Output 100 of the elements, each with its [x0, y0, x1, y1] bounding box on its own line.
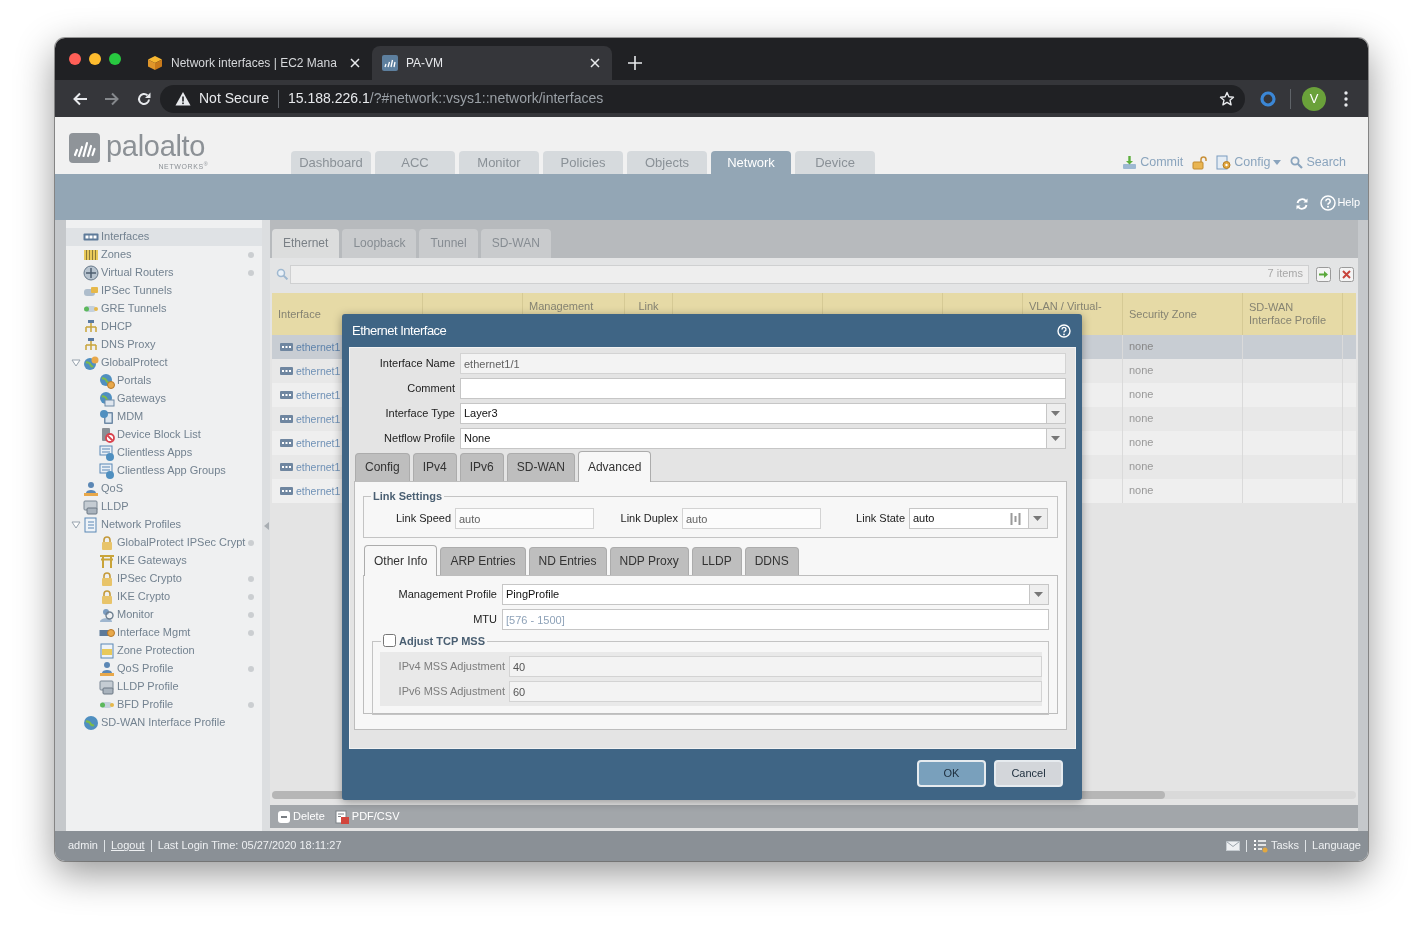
tab[interactable]: SD-WAN	[480, 229, 551, 258]
sidebar-item[interactable]: Portals	[66, 372, 262, 390]
nav-tab[interactable]: Objects	[627, 151, 707, 174]
nav-tab[interactable]: Policies	[543, 151, 623, 174]
sidebar-item[interactable]: IPSec Tunnels	[66, 282, 262, 300]
checkbox[interactable]	[383, 634, 396, 647]
padlock-icon[interactable]	[1192, 155, 1208, 170]
interface-link[interactable]: ethernet1	[296, 484, 341, 498]
commit-button[interactable]: Commit	[1122, 155, 1184, 170]
interface-link[interactable]: ethernet1	[296, 340, 341, 354]
dialog-button[interactable]: Cancel	[994, 760, 1063, 787]
sidebar-item[interactable]: LLDP	[66, 498, 262, 516]
table-cell[interactable]: ethernet1	[272, 383, 342, 407]
dialog-tab[interactable]: LLDP	[691, 547, 742, 575]
close-icon[interactable]	[350, 58, 360, 68]
text-field[interactable]: [576 - 1500]	[502, 609, 1049, 630]
combo-field[interactable]: auto	[909, 508, 1048, 529]
interface-link[interactable]: ethernet1	[296, 412, 341, 426]
sidebar-item[interactable]: Gateways	[66, 390, 262, 408]
select-field[interactable]: Layer3	[460, 403, 1066, 424]
help-icon[interactable]	[1057, 324, 1071, 338]
browser-tab[interactable]: Network interfaces | EC2 Mana	[137, 46, 372, 80]
window-maximize-button[interactable]	[109, 53, 121, 65]
address-bar[interactable]: Not Secure 15.188.226.1/?#network::vsys1::network/interfaces	[160, 84, 1245, 113]
sidebar-item[interactable]: IKE Gateways	[66, 552, 262, 570]
interface-link[interactable]: ethernet1	[296, 460, 341, 474]
refresh-icon[interactable]	[1295, 197, 1310, 211]
interface-link[interactable]: ethernet1	[296, 436, 341, 450]
sidebar-item[interactable]: DNS Proxy	[66, 336, 262, 354]
sidebar-item[interactable]: Virtual Routers	[66, 264, 262, 282]
text-field[interactable]	[460, 378, 1066, 399]
star-icon[interactable]	[1219, 90, 1235, 107]
security-indicator[interactable]: Not Secure	[175, 90, 270, 107]
dialog-button[interactable]: OK	[917, 760, 986, 787]
dialog-tab[interactable]: Advanced	[577, 451, 652, 482]
back-arrow-icon[interactable]	[72, 90, 88, 107]
sidebar-item[interactable]: Network Profiles	[66, 516, 262, 534]
search-button[interactable]: Search	[1290, 155, 1346, 170]
nav-tab[interactable]: ACC	[375, 151, 455, 174]
sidebar-item[interactable]: Clientless Apps	[66, 444, 262, 462]
logout-link[interactable]: Logout	[110, 839, 145, 853]
sidebar-item[interactable]: Zones	[66, 246, 262, 264]
sidebar-item[interactable]: Monitor	[66, 606, 262, 624]
tasks-button[interactable]: Tasks	[1252, 839, 1300, 853]
browser-tab[interactable]: PA-VM	[372, 46, 612, 80]
tree-toggle-icon[interactable]	[71, 520, 81, 530]
dialog-tab[interactable]: Other Info	[364, 545, 438, 576]
dialog-tab[interactable]: NDP Proxy	[609, 547, 689, 575]
dialog-tab[interactable]: DDNS	[744, 547, 799, 575]
envelope-icon[interactable]	[1225, 841, 1240, 851]
sidebar-item[interactable]: GlobalProtect	[66, 354, 262, 372]
tab[interactable]: Loopback	[342, 229, 417, 258]
sidebar-item[interactable]: LLDP Profile	[66, 678, 262, 696]
table-cell[interactable]: ethernet1	[272, 359, 342, 383]
sidebar-item[interactable]: Zone Protection	[66, 642, 262, 660]
config-button[interactable]: Config	[1216, 155, 1282, 170]
dialog-tab[interactable]: Config	[355, 453, 410, 481]
table-cell[interactable]: ethernet1	[272, 479, 342, 503]
table-cell[interactable]: ethernet1	[272, 455, 342, 479]
sidebar-item[interactable]: BFD Profile	[66, 696, 262, 714]
sidebar-item[interactable]: QoS	[66, 480, 262, 498]
sidebar-item[interactable]: IKE Crypto	[66, 588, 262, 606]
x-box-icon[interactable]	[1339, 266, 1354, 282]
language-link[interactable]: Language	[1312, 839, 1361, 853]
sidebar-item[interactable]: GRE Tunnels	[66, 300, 262, 318]
ring-icon[interactable]	[1260, 90, 1276, 107]
sidebar-item[interactable]: GlobalProtect IPSec Crypt	[66, 534, 262, 552]
window-close-button[interactable]	[69, 53, 81, 65]
nav-tab[interactable]: Network	[711, 151, 791, 174]
tab[interactable]: Tunnel	[419, 229, 478, 258]
table-cell[interactable]: ethernet1	[272, 431, 342, 455]
nav-tab[interactable]: Dashboard	[291, 151, 371, 174]
interface-link[interactable]: ethernet1	[296, 388, 341, 402]
forward-arrow-icon[interactable]	[104, 90, 120, 107]
arrow-box-icon[interactable]	[1316, 266, 1331, 282]
help-button[interactable]: Help	[1320, 195, 1360, 211]
select-field[interactable]: None	[460, 428, 1066, 449]
menu-icon[interactable]	[1344, 90, 1348, 107]
dialog-tab[interactable]: IPv4	[412, 453, 457, 481]
sidebar-item[interactable]: DHCP	[66, 318, 262, 336]
filter-field[interactable]: 7 items	[290, 264, 1309, 284]
tree-toggle-icon[interactable]	[71, 358, 81, 368]
dialog-tab[interactable]: IPv6	[459, 453, 504, 481]
sidebar-item[interactable]: Interfaces	[66, 228, 262, 246]
toolbar-button[interactable]: PDF/CSV	[334, 809, 400, 824]
window-minimize-button[interactable]	[89, 53, 101, 65]
dialog-tab[interactable]: ARP Entries	[440, 547, 526, 575]
sidebar-item[interactable]: IPSec Crypto	[66, 570, 262, 588]
interface-link[interactable]: ethernet1	[296, 364, 341, 378]
table-cell[interactable]: ethernet1	[272, 335, 342, 359]
sidebar-item[interactable]: MDM	[66, 408, 262, 426]
nav-tab[interactable]: Monitor	[459, 151, 539, 174]
plus-icon[interactable]	[628, 56, 642, 70]
dialog-tab[interactable]: ND Entries	[528, 547, 607, 575]
nav-tab[interactable]: Device	[795, 151, 875, 174]
sidebar-item[interactable]: QoS Profile	[66, 660, 262, 678]
dialog-tab[interactable]: SD-WAN	[506, 453, 575, 481]
sidebar-item[interactable]: Device Block List	[66, 426, 262, 444]
table-cell[interactable]: ethernet1	[272, 407, 342, 431]
toolbar-button[interactable]: Delete	[278, 809, 325, 824]
